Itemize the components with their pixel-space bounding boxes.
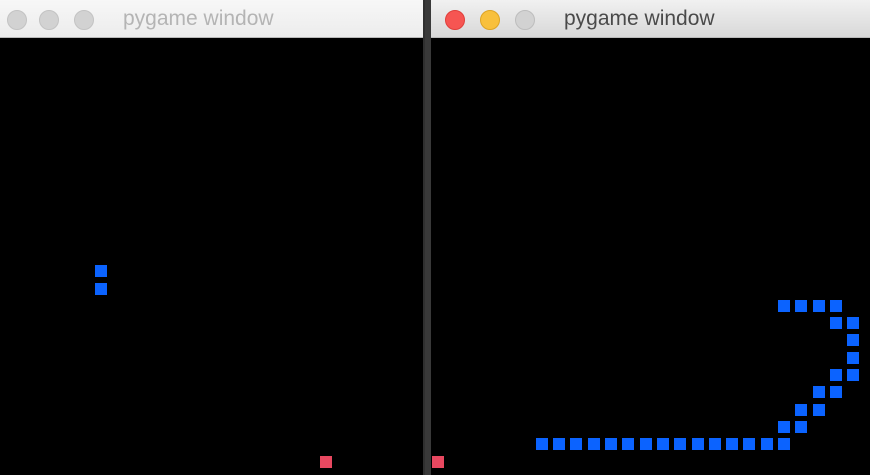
right-snake-segment (777, 437, 791, 452)
right-snake-segment (811, 385, 826, 400)
right-close-button[interactable] (445, 10, 465, 30)
right-food-block (431, 454, 445, 469)
right-snake-segment (794, 298, 809, 313)
right-snake-segment (846, 368, 861, 382)
right-snake-segment (707, 437, 722, 452)
right-minimize-button[interactable] (480, 10, 500, 30)
right-snake-segment (828, 298, 843, 313)
right-zoom-button[interactable] (515, 10, 535, 30)
right-snake-segment (552, 437, 567, 452)
right-snake-segment (534, 437, 549, 452)
right-pygame-window[interactable]: pygame window (431, 0, 870, 475)
right-snake-segment (604, 437, 618, 452)
right-snake-segment (846, 316, 861, 331)
right-snake-segment (759, 437, 774, 452)
right-snake-segment (777, 419, 791, 434)
right-snake-segment (811, 298, 826, 313)
right-snake-segment (828, 368, 843, 382)
left-window-titlebar[interactable]: pygame window (0, 0, 425, 38)
left-snake-segment (93, 281, 108, 296)
right-snake-segment (725, 437, 740, 452)
right-window-title: pygame window (564, 7, 715, 30)
right-snake-segment (586, 437, 601, 452)
right-snake-segment (846, 350, 861, 365)
right-snake-segment (828, 385, 843, 400)
right-snake-segment (638, 437, 653, 452)
right-snake-segment (794, 419, 809, 434)
left-pygame-window[interactable]: pygame window (0, 0, 425, 475)
right-snake-segment (777, 298, 791, 313)
right-window-titlebar[interactable]: pygame window (431, 0, 870, 38)
right-snake-segment (690, 437, 705, 452)
right-snake-segment (673, 437, 688, 452)
right-game-playfield[interactable] (431, 38, 870, 475)
right-snake-segment (846, 333, 861, 348)
right-snake-segment (655, 437, 670, 452)
left-window-title: pygame window (123, 7, 274, 30)
desktop: pygame window pygame window (0, 0, 870, 475)
right-snake-segment (621, 437, 636, 452)
left-minimize-button[interactable] (39, 10, 59, 30)
left-snake-segment (93, 264, 108, 279)
right-snake-segment (569, 437, 584, 452)
left-game-playfield[interactable] (0, 38, 425, 475)
left-food-block (318, 454, 333, 469)
right-snake-segment (828, 316, 843, 331)
right-snake-segment (811, 402, 826, 417)
left-close-button[interactable] (7, 10, 27, 30)
right-snake-segment (742, 437, 757, 452)
right-snake-segment (794, 402, 809, 417)
left-zoom-button[interactable] (74, 10, 94, 30)
